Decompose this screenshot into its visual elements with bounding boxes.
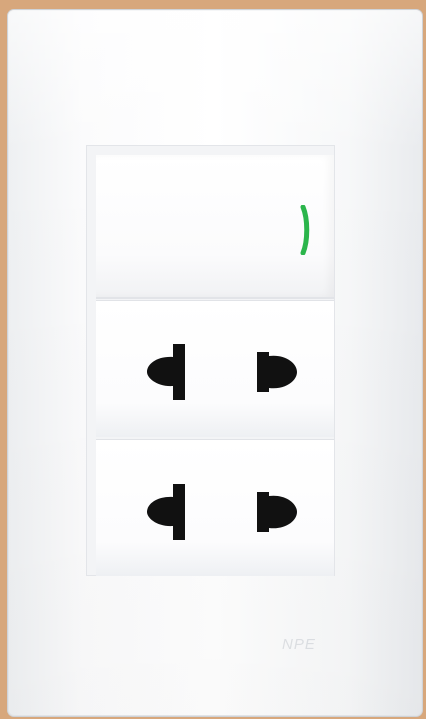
outlet-right-hole-icon	[257, 492, 297, 532]
outlet-left-hole-icon	[147, 484, 185, 540]
outlet-left-hole-icon	[147, 344, 185, 400]
indicator-light-icon	[300, 205, 310, 255]
photo-scene: NPE	[0, 0, 426, 719]
outlet-right-hole-icon	[257, 352, 297, 392]
brand-mark: NPE	[282, 636, 316, 653]
